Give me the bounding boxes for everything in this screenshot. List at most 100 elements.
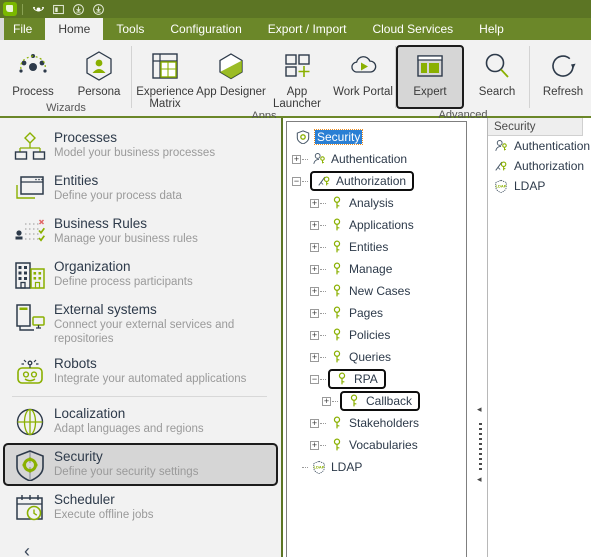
tree-node-label: Security <box>313 129 364 145</box>
processes-icon <box>13 129 47 163</box>
business-rules-icon <box>13 215 47 249</box>
sidebar-item-business-rules[interactable]: Business Rules Manage your business rules <box>3 210 278 253</box>
sidebar-item-processes[interactable]: Processes Model your business processes <box>3 124 278 167</box>
tree-node-authorization[interactable]: − Authorization <box>289 170 466 192</box>
tree-connector <box>302 466 308 468</box>
menu-item-home[interactable]: Home <box>45 18 104 40</box>
tree-node-queries[interactable]: + Queries <box>289 346 466 368</box>
tree-toggle-collapse-icon[interactable]: − <box>292 176 301 186</box>
ribbon-group-label <box>530 102 591 116</box>
ribbon-button-work-portal[interactable]: Work Portal <box>330 45 396 98</box>
ribbon-group-advanced: Expert Search Advanced <box>396 40 530 121</box>
tree-connector <box>302 180 308 182</box>
app-logo-icon[interactable] <box>3 2 17 16</box>
tree-toggle-expand-icon[interactable]: + <box>310 220 319 230</box>
tree-node-label: Applications <box>349 218 414 232</box>
svg-text:LDAP: LDAP <box>496 183 507 188</box>
tree-node-vocabularies[interactable]: + Vocabularies <box>289 434 466 456</box>
sidebar-item-subtitle: Adapt languages and regions <box>54 423 204 435</box>
sidebar-item-external-systems[interactable]: External systems Connect your external se… <box>3 296 278 350</box>
tree-node-pages[interactable]: + Pages <box>289 302 466 324</box>
sidebar-item-entities[interactable]: Entities Define your process data <box>3 167 278 210</box>
tree-node-callback[interactable]: + Callback <box>289 390 466 412</box>
ribbon-button-refresh[interactable]: Refresh <box>530 45 591 98</box>
navigation-sidebar: Processes Model your business processes En… <box>0 118 283 557</box>
sidebar-item-title: Scheduler <box>54 492 115 507</box>
tree-node-applications[interactable]: + Applications <box>289 214 466 236</box>
ribbon-button-app-designer[interactable]: App Designer <box>196 45 266 98</box>
tree-toggle-expand-icon[interactable]: + <box>310 418 319 428</box>
tree-toggle-expand-icon[interactable]: + <box>310 198 319 208</box>
tree-toggle-expand-icon[interactable]: + <box>310 352 319 362</box>
tree-toggle-expand-icon[interactable]: + <box>310 330 319 340</box>
tree-connector <box>320 312 326 314</box>
menu-item-cloud-services[interactable]: Cloud Services <box>359 18 466 40</box>
tree-node-stakeholders[interactable]: + Stakeholders <box>289 412 466 434</box>
tree-toggle-expand-icon[interactable]: + <box>310 242 319 252</box>
menu-item-help[interactable]: Help <box>466 18 517 40</box>
download-icon[interactable] <box>68 1 88 17</box>
tree-node-manage[interactable]: + Manage <box>289 258 466 280</box>
splitter-collapse-top-icon[interactable]: ◂ <box>477 405 482 414</box>
sidebar-item-title: Security <box>54 449 103 464</box>
ribbon-group-apps: Experience Matrix App Designer App Launche… <box>132 40 396 122</box>
authorization-icon <box>493 159 509 173</box>
tree-connector <box>320 378 326 380</box>
sidebar-item-subtitle: Define your process data <box>54 190 182 202</box>
menu-item-export-import[interactable]: Export / Import <box>255 18 360 40</box>
tree-node-rpa[interactable]: − RPA <box>289 368 466 390</box>
ribbon-button-expert[interactable]: Expert <box>396 45 464 109</box>
splitter-collapse-bottom-icon[interactable]: ◂ <box>477 475 482 484</box>
tree-node-entities[interactable]: + Entities <box>289 236 466 258</box>
ribbon-button-search[interactable]: Search <box>464 45 530 98</box>
tree-node-policies[interactable]: + Policies <box>289 324 466 346</box>
expert-icon <box>415 49 445 83</box>
detail-panel-list: Authentication Authorization LDAP LDAP <box>488 136 591 196</box>
panel-splitter[interactable]: ◂ ◂ <box>475 118 487 557</box>
ribbon-button-label: Refresh <box>542 86 584 98</box>
tree-node-label: Policies <box>349 328 391 342</box>
tree-toggle-expand-icon[interactable]: + <box>322 396 331 406</box>
ribbon-button-experience-matrix[interactable]: Experience Matrix <box>132 45 198 110</box>
tree-connector <box>320 422 326 424</box>
ribbon-button-app-launcher[interactable]: App Launcher <box>264 45 330 110</box>
tree-toggle-expand-icon[interactable]: + <box>310 440 319 450</box>
tree-toggle-expand-icon[interactable]: + <box>310 308 319 318</box>
sidebar-item-organization[interactable]: Organization Define process participants <box>3 253 278 296</box>
tree-toggle-collapse-icon[interactable]: − <box>310 374 319 384</box>
sidebar-item-robots[interactable]: Robots Integrate your automated applicati… <box>3 350 278 393</box>
sidebar-item-subtitle: Define your security settings <box>54 466 199 478</box>
tree-node-security-root[interactable]: Security <box>289 126 466 148</box>
ribbon-button-persona[interactable]: Persona <box>66 45 132 98</box>
sidebar-item-scheduler[interactable]: Scheduler Execute offline jobs <box>3 486 278 529</box>
security-tree: Security + Authentication − Authorization + An… <box>287 122 466 478</box>
tree-toggle-expand-icon[interactable]: + <box>292 154 301 164</box>
splitter-grip[interactable] <box>479 423 482 473</box>
sidebar-item-localization[interactable]: Localization Adapt languages and regions <box>3 400 278 443</box>
tree-toggle-expand-icon[interactable]: + <box>310 264 319 274</box>
tree-node-analysis[interactable]: + Analysis <box>289 192 466 214</box>
tree-node-authentication[interactable]: + Authentication <box>289 148 466 170</box>
detail-list-item-label: LDAP <box>514 179 546 193</box>
key-icon <box>334 372 350 386</box>
sidebar-item-title: Organization <box>54 259 131 274</box>
tree-connector <box>320 268 326 270</box>
sidebar-item-security[interactable]: Security Define your security settings <box>3 443 278 486</box>
menu-item-configuration[interactable]: Configuration <box>157 18 254 40</box>
key-icon <box>329 218 345 232</box>
key-icon <box>329 306 345 320</box>
detail-list-item-ldap[interactable]: LDAP LDAP <box>488 176 591 196</box>
tree-toggle-expand-icon[interactable]: + <box>310 286 319 296</box>
download-alt-icon[interactable] <box>88 1 108 17</box>
sidebar-collapse-button[interactable]: ‹ <box>0 541 281 557</box>
ribbon-button-process[interactable]: Process <box>0 45 66 98</box>
tree-node-ldap[interactable]: LDAP LDAP <box>289 456 466 478</box>
detail-list-item-authentication[interactable]: Authentication <box>488 136 591 156</box>
share-icon[interactable] <box>28 1 48 17</box>
menu-item-file[interactable]: File <box>0 18 45 40</box>
key-icon <box>329 350 345 364</box>
menu-item-tools[interactable]: Tools <box>103 18 157 40</box>
detail-list-item-authorization[interactable]: Authorization <box>488 156 591 176</box>
window-icon[interactable] <box>48 1 68 17</box>
tree-node-new-cases[interactable]: + New Cases <box>289 280 466 302</box>
